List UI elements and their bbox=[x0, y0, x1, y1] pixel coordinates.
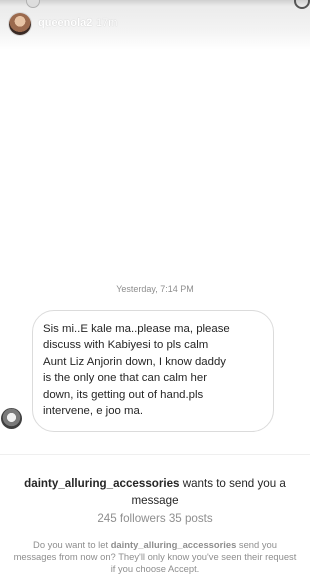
header-time-ago: 17m bbox=[96, 17, 118, 29]
section-divider bbox=[0, 454, 310, 455]
prompt-sender-name: dainty_alluring_accessories bbox=[110, 539, 237, 550]
posts-count: 35 posts bbox=[168, 512, 213, 525]
sender-avatar[interactable] bbox=[1, 408, 22, 429]
prompt-prefix: Do you want to let bbox=[33, 539, 111, 550]
top-cropped-strip bbox=[0, 0, 310, 6]
followers-count: 245 followers bbox=[97, 512, 166, 525]
profile-avatar[interactable] bbox=[9, 13, 31, 35]
sender-stats: 245 followers 35 posts bbox=[0, 512, 310, 525]
message-request-title: dainty_alluring_accessories wants to sen… bbox=[8, 475, 302, 509]
header-username[interactable]: queenola2 bbox=[38, 17, 92, 29]
message-bubble[interactable]: Sis mi..E kale ma..please ma, please dis… bbox=[32, 310, 274, 432]
request-sender-name[interactable]: dainty_alluring_accessories bbox=[24, 477, 179, 490]
message-timestamp: Yesterday, 7:14 PM bbox=[116, 284, 194, 294]
request-prompt: Do you want to let dainty_alluring_acces… bbox=[12, 539, 298, 575]
